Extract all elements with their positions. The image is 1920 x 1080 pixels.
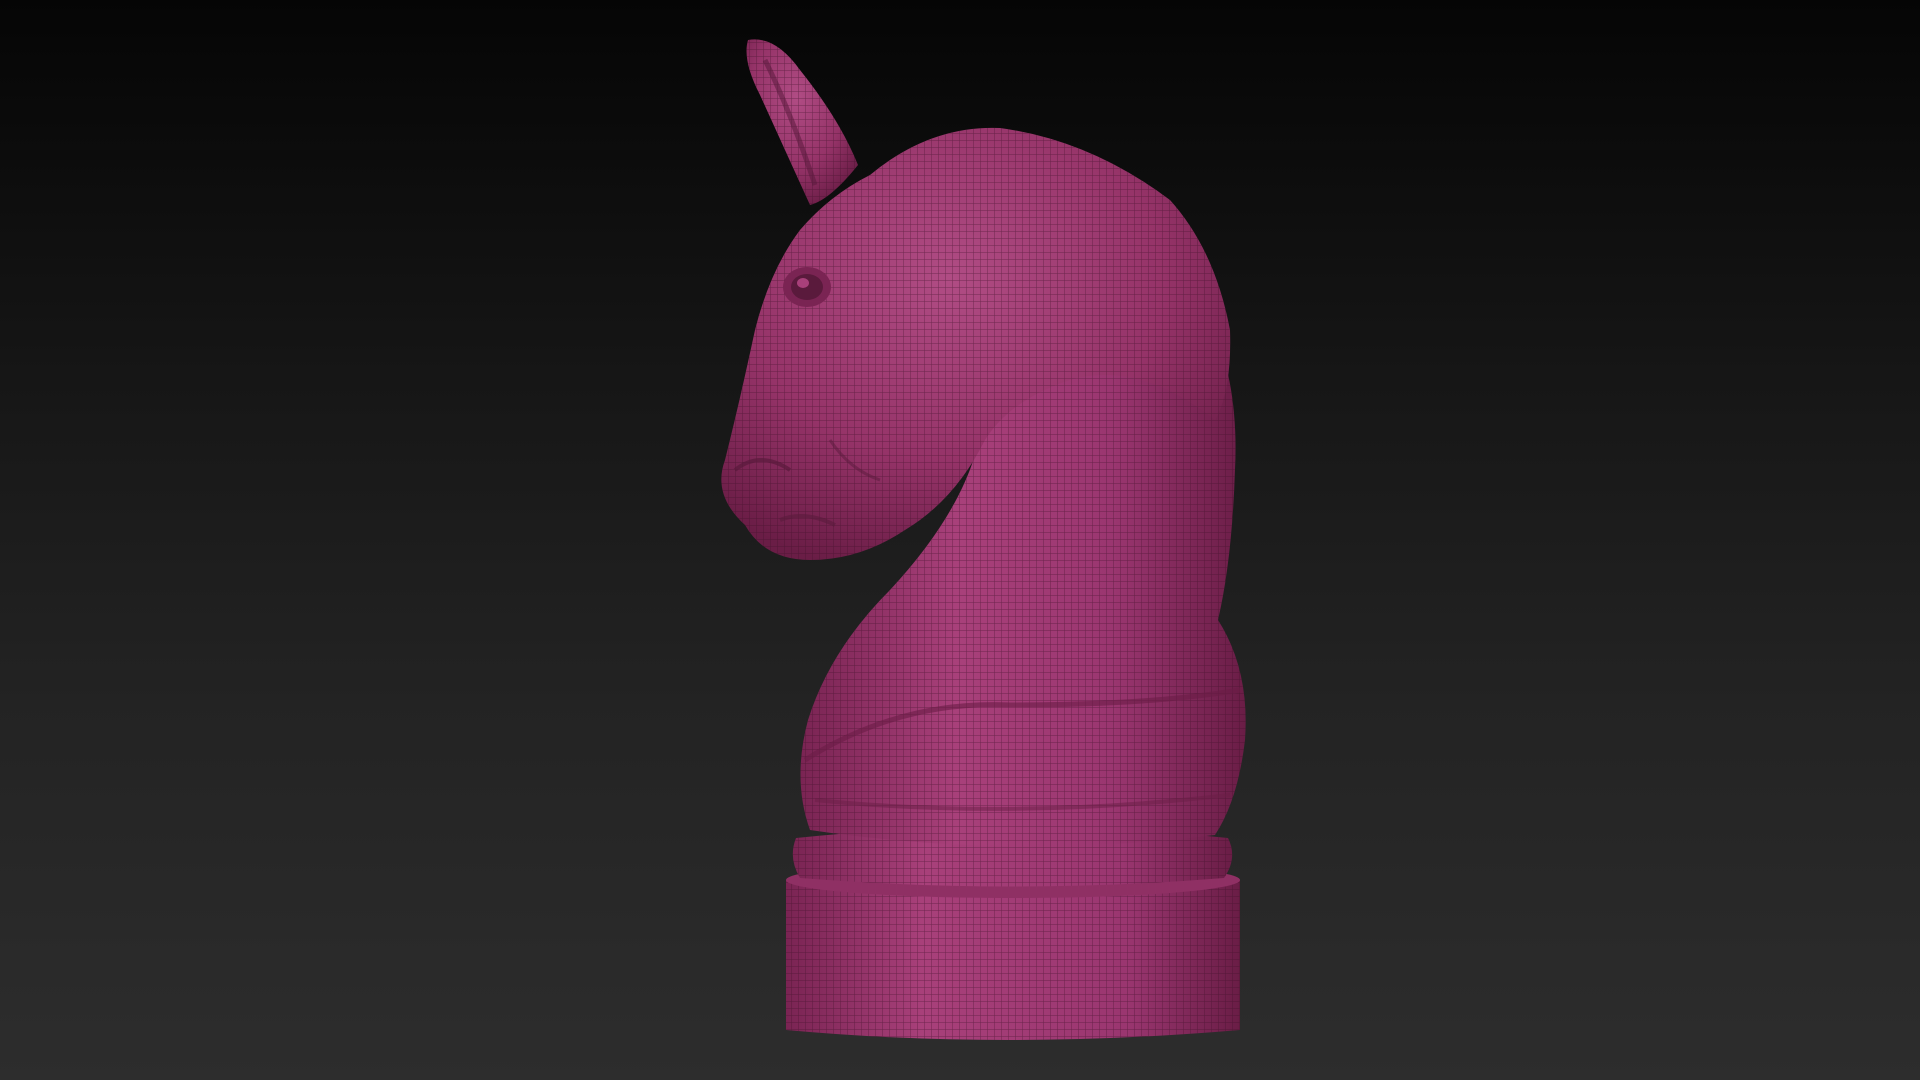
knight-eye	[783, 267, 831, 307]
knight-ear	[746, 39, 858, 205]
3d-viewport[interactable]	[0, 0, 1920, 1080]
chess-knight-model[interactable]	[0, 0, 1920, 1080]
base-cylinder	[786, 862, 1240, 1040]
